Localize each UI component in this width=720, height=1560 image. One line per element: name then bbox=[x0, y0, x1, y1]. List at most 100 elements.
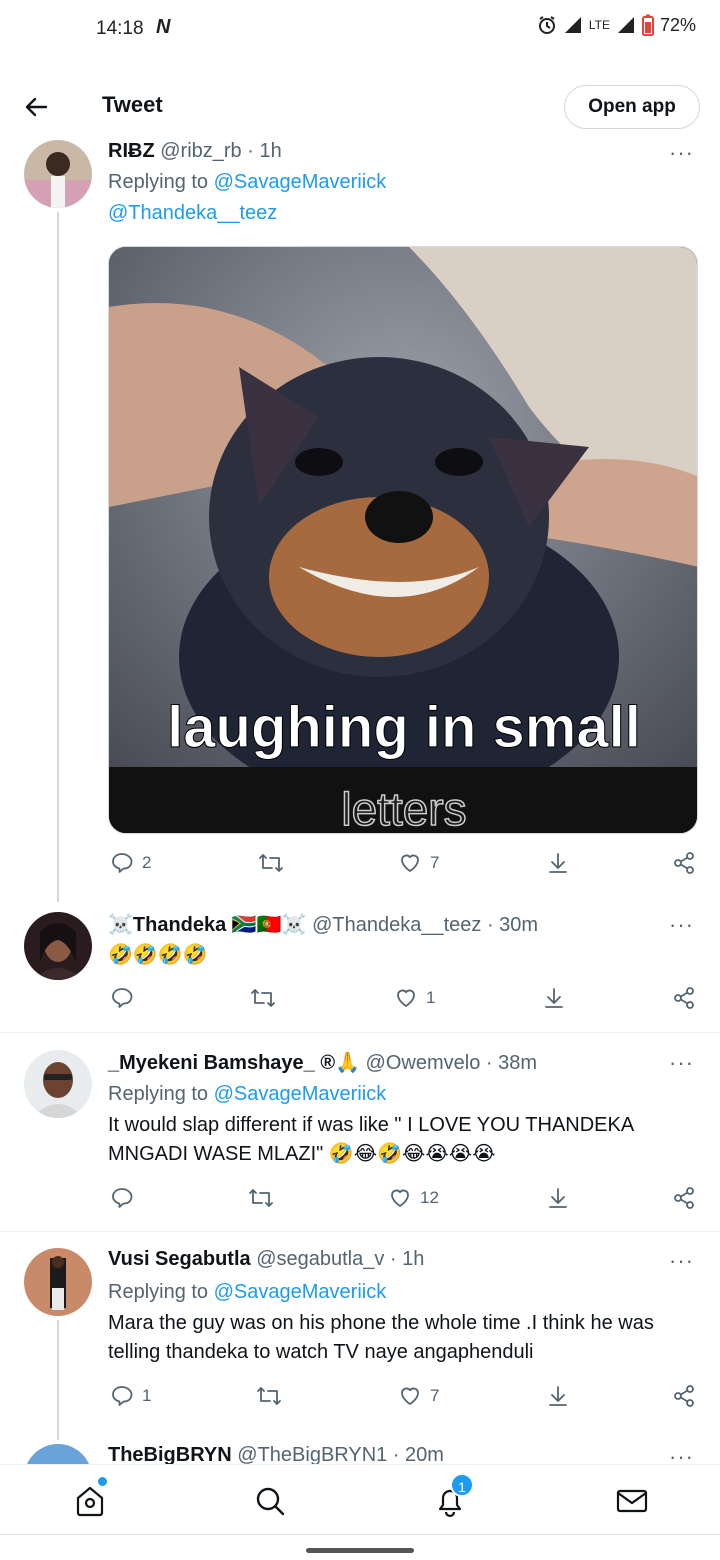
display-name[interactable]: RIɃZ bbox=[108, 140, 155, 162]
heart-icon bbox=[401, 854, 419, 872]
like-button[interactable]: 7 bbox=[398, 1384, 439, 1408]
mention-link[interactable]: @Thandeka__teez bbox=[108, 202, 277, 224]
like-count: 7 bbox=[430, 1386, 440, 1405]
avatar[interactable] bbox=[24, 1050, 92, 1118]
retweet-icon bbox=[251, 989, 275, 1007]
display-name[interactable]: Vusi Segabutla bbox=[108, 1248, 251, 1270]
notifications-badge: 1 bbox=[450, 1473, 474, 1497]
thread-line bbox=[57, 212, 59, 902]
share-icon bbox=[674, 1187, 694, 1209]
search-icon bbox=[256, 1487, 285, 1516]
reply-icon bbox=[112, 853, 133, 873]
download-button[interactable] bbox=[546, 1186, 570, 1210]
tweet-text: 🤣🤣🤣🤣 bbox=[108, 944, 208, 966]
bottom-nav: 1 bbox=[0, 1464, 720, 1534]
like-button[interactable]: 12 bbox=[388, 1186, 439, 1210]
new-content-dot bbox=[98, 1477, 107, 1486]
like-count: 12 bbox=[420, 1188, 439, 1207]
tweet-actions: 12 bbox=[108, 1186, 698, 1216]
reply-button[interactable]: 1 bbox=[110, 1384, 151, 1408]
heart-icon bbox=[401, 1387, 419, 1405]
reply-button[interactable] bbox=[110, 1186, 142, 1210]
share-button[interactable] bbox=[672, 851, 696, 875]
tweet-header: _Myekeni Bamshaye_ ®🙏 @Owemvelo · 38m bbox=[108, 1050, 537, 1075]
handle-time[interactable]: @Thandeka__teez · 30m bbox=[312, 914, 538, 936]
network-label: LTE bbox=[588, 18, 610, 32]
top-bar: Tweet Open app bbox=[0, 72, 720, 140]
retweet-button[interactable] bbox=[256, 1384, 282, 1408]
nav-messages[interactable] bbox=[614, 1483, 650, 1519]
mention-link[interactable]: @SavageMaveriick bbox=[214, 1281, 387, 1303]
tweet-header: RIɃZ @ribz_rb · 1h bbox=[108, 140, 282, 163]
mention-link[interactable]: @SavageMaveriick bbox=[214, 1083, 387, 1105]
back-button[interactable] bbox=[22, 92, 52, 122]
like-button[interactable]: 7 bbox=[398, 851, 439, 875]
handle-time[interactable]: @segabutla_v · 1h bbox=[256, 1248, 424, 1270]
nav-search[interactable] bbox=[252, 1483, 288, 1519]
handle-time[interactable]: @Owemvelo · 38m bbox=[366, 1052, 537, 1074]
download-button[interactable] bbox=[542, 986, 566, 1010]
download-icon bbox=[545, 988, 563, 1008]
handle-time[interactable]: @TheBigBRYN1 · 20m bbox=[237, 1444, 444, 1466]
replying-line: Replying to @SavageMaveriick bbox=[108, 1080, 386, 1109]
reply-icon bbox=[112, 988, 133, 1008]
more-icon[interactable]: ··· bbox=[669, 140, 694, 166]
download-button[interactable] bbox=[546, 851, 570, 875]
share-icon bbox=[674, 852, 694, 874]
divider bbox=[0, 1231, 720, 1232]
share-icon bbox=[674, 1385, 694, 1407]
replying-label: Replying to bbox=[108, 1083, 209, 1105]
home-icon bbox=[76, 1486, 104, 1517]
more-icon[interactable]: ··· bbox=[669, 1248, 694, 1274]
gesture-bar bbox=[0, 1534, 720, 1560]
status-bar: 14:18 N LTE 72% bbox=[0, 0, 720, 60]
heart-icon bbox=[391, 1189, 409, 1207]
reply-icon bbox=[112, 1386, 133, 1406]
reply-button[interactable] bbox=[110, 986, 142, 1010]
retweet-button[interactable] bbox=[250, 986, 276, 1010]
avatar[interactable] bbox=[24, 140, 92, 208]
retweet-button[interactable] bbox=[248, 1186, 274, 1210]
tweet-text: Mara the guy was on his phone the whole … bbox=[108, 1312, 654, 1363]
page-title: Tweet bbox=[102, 92, 163, 117]
home-indicator[interactable] bbox=[306, 1548, 414, 1553]
like-count: 1 bbox=[426, 988, 436, 1007]
display-name[interactable]: _Myekeni Bamshaye_ ®🙏 bbox=[108, 1052, 360, 1074]
nav-notifications[interactable]: 1 bbox=[432, 1473, 474, 1519]
share-button[interactable] bbox=[672, 1384, 696, 1408]
nav-home[interactable] bbox=[72, 1477, 108, 1519]
tweet-actions: 1 bbox=[108, 986, 698, 1016]
reply-button[interactable]: 2 bbox=[110, 851, 151, 875]
avatar[interactable] bbox=[24, 912, 92, 980]
tweet-media-image[interactable]: laughing in small letters bbox=[108, 246, 698, 834]
replying-line: Replying to @SavageMaveriick bbox=[108, 1278, 386, 1307]
avatar[interactable] bbox=[24, 1248, 92, 1316]
mention-link[interactable]: @SavageMaveriick bbox=[214, 171, 387, 193]
arrow-left-icon bbox=[25, 97, 48, 117]
alarm-icon bbox=[537, 15, 557, 35]
display-name[interactable]: TheBigBRYN bbox=[108, 1444, 232, 1466]
replying-line: Replying to @SavageMaveriick bbox=[108, 168, 386, 197]
status-right: LTE 72% bbox=[537, 14, 696, 36]
handle-time[interactable]: @ribz_rb · 1h bbox=[160, 140, 281, 162]
download-button[interactable] bbox=[546, 1384, 570, 1408]
display-name[interactable]: ☠️Thandeka 🇿🇦🇵🇹☠️ bbox=[108, 914, 307, 936]
like-button[interactable]: 1 bbox=[394, 986, 435, 1010]
heart-icon bbox=[397, 989, 415, 1007]
retweet-button[interactable] bbox=[258, 851, 284, 875]
signal-icon bbox=[563, 15, 583, 35]
tweet-text: It would slap different if was like " I … bbox=[108, 1114, 634, 1165]
share-icon bbox=[674, 987, 694, 1009]
tweet-actions: 2 7 bbox=[108, 851, 698, 881]
more-icon[interactable]: ··· bbox=[669, 912, 694, 938]
battery-icon bbox=[641, 14, 654, 36]
more-icon[interactable]: ··· bbox=[669, 1050, 694, 1076]
share-button[interactable] bbox=[672, 986, 696, 1010]
open-app-button[interactable]: Open app bbox=[564, 85, 700, 129]
like-count: 7 bbox=[430, 853, 440, 872]
download-icon bbox=[549, 1188, 567, 1208]
mail-icon bbox=[616, 1489, 648, 1513]
share-button[interactable] bbox=[672, 1186, 696, 1210]
carrier-icon: N bbox=[156, 16, 171, 38]
tweet-header: Vusi Segabutla @segabutla_v · 1h bbox=[108, 1248, 424, 1271]
